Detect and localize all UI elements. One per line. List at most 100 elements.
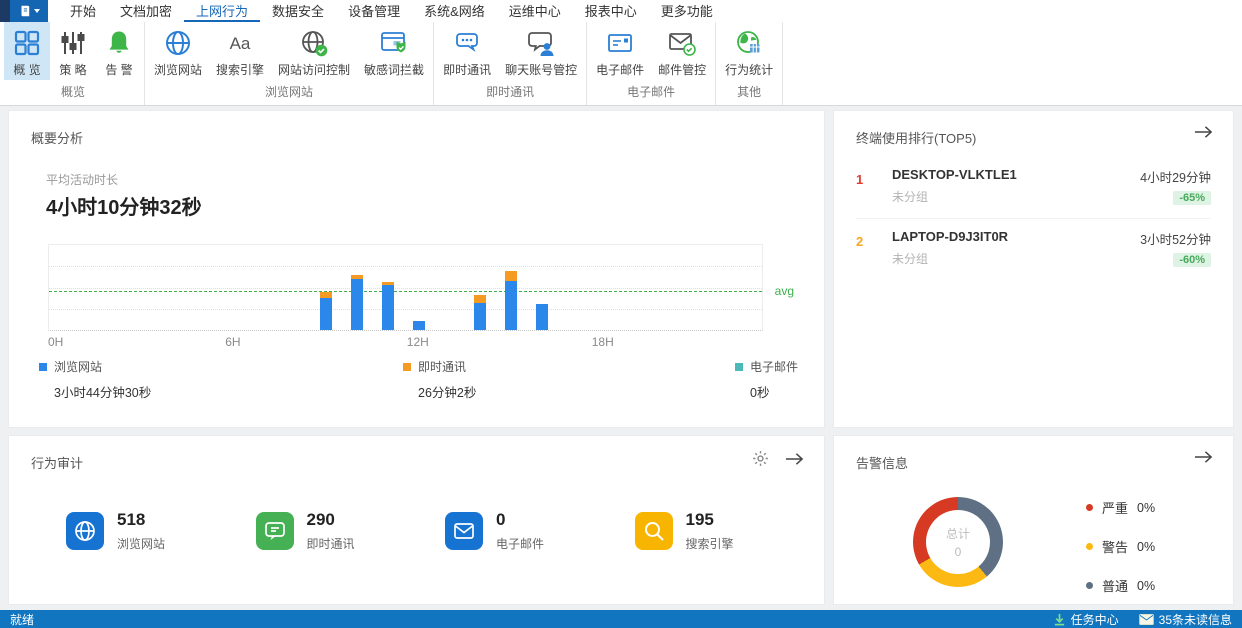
bar-segment-browse <box>505 281 518 330</box>
legend-value: 0秒 <box>750 386 770 400</box>
arrow-right-icon[interactable] <box>785 452 804 466</box>
legend-dot <box>1086 543 1093 550</box>
menu-item-2[interactable]: 文档加密 <box>108 0 184 22</box>
ribbon-item-label: 告 警 <box>105 63 133 77</box>
ribbon-item-4-2[interactable]: 邮件管控 <box>651 22 713 80</box>
audit-panel: 行为审计 518 浏览网站 290 即时通讯 0 电子邮件 195 搜索引擎 <box>8 435 825 605</box>
statusbar: 就绪 任务中心 35条未读信息 <box>0 610 1242 628</box>
ribbon-item-4-1[interactable]: 电子邮件 <box>589 22 651 80</box>
legend-name: 即时通讯 <box>418 360 467 374</box>
menu-item-5[interactable]: 设备管理 <box>336 0 412 22</box>
terminal-info: LAPTOP-D9J3IT0R 未分组 <box>892 229 1140 267</box>
chat-icon <box>255 512 294 550</box>
legend-name: 电子邮件 <box>750 360 799 374</box>
menubar: 开始 文档加密 上网行为 数据安全 设备管理 系统&网络 运维中心 报表中心 更多功能 <box>0 0 1242 22</box>
window-shield-icon <box>380 28 408 58</box>
ribbon-group-label: 即时通讯 <box>486 85 535 99</box>
chart-bar-hour-14 <box>474 295 487 330</box>
ribbon-item-2-2[interactable]: Aa 搜索引擎 <box>209 22 271 80</box>
alarm-donut-center: 总计 0 <box>913 497 1003 587</box>
chart-bar-hour-11 <box>382 282 394 330</box>
menu-items: 开始 文档加密 上网行为 数据安全 设备管理 系统&网络 运维中心 报表中心 更多功能 <box>58 0 725 22</box>
audit-stat-浏览网站[interactable]: 518 浏览网站 <box>66 510 256 552</box>
chart-bar-hour-10 <box>351 275 364 330</box>
status-ready-label: 就绪 <box>10 612 35 627</box>
average-line <box>49 291 762 292</box>
menu-item-8[interactable]: 报表中心 <box>573 0 649 22</box>
arrow-right-icon[interactable] <box>1194 125 1213 139</box>
top5-list: 1 DESKTOP-VLKTLE1 未分组 4小时29分钟 -65% 2 LAPTOP-D9… <box>856 157 1211 280</box>
mail-check-icon <box>668 28 696 58</box>
audit-stat-value: 0 <box>496 510 506 529</box>
audit-stat-即时通讯[interactable]: 290 即时通讯 <box>255 510 446 552</box>
ribbon-item-1-1[interactable]: 概 览 <box>4 22 50 80</box>
unread-messages-label: 35条未读信息 <box>1158 612 1232 627</box>
ribbon-item-5-1[interactable]: 行为统计 <box>718 22 780 80</box>
rank-number: 2 <box>856 234 864 249</box>
ribbon-group-items: 浏览网站 Aa 搜索引擎 网站访问控制 敏感词拦截 <box>147 22 431 80</box>
ribbon-item-label: 即时通讯 <box>443 63 492 77</box>
usage-time: 4小时29分钟 <box>1140 171 1211 185</box>
audit-stat-text: 290 即时通讯 <box>307 510 355 552</box>
legend-dot <box>1086 504 1093 511</box>
menu-item-6[interactable]: 系统&网络 <box>412 0 497 22</box>
ribbon-group-5: 行为统计 其他 <box>716 22 784 105</box>
top5-row-1[interactable]: 1 DESKTOP-VLKTLE1 未分组 4小时29分钟 -65% <box>856 157 1211 218</box>
ribbon-group-2: 浏览网站 Aa 搜索引擎 网站访问控制 敏感词拦截 浏览网站 <box>145 22 435 105</box>
ribbon-item-1-3[interactable]: 告 警 <box>96 22 142 80</box>
legend-value: 26分钟2秒 <box>418 386 477 400</box>
legend-item-电子邮件: 电子邮件 0秒 <box>735 358 798 401</box>
legend-name: 浏览网站 <box>54 360 103 374</box>
audit-stat-text: 518 浏览网站 <box>117 510 165 552</box>
legend-swatch <box>735 362 743 371</box>
summary-panel: 概要分析 平均活动时长 4小时10分钟32秒 avg 浏览网站 3小时44分钟30… <box>8 110 825 428</box>
menu-item-7[interactable]: 运维中心 <box>497 0 573 22</box>
x-axis-tick-6H: 6H <box>225 335 241 349</box>
globe-icon <box>164 28 192 58</box>
ribbon-item-2-1[interactable]: 浏览网站 <box>147 22 209 80</box>
terminal-info: DESKTOP-VLKTLE1 未分组 <box>892 167 1140 205</box>
audit-stat-搜索引擎[interactable]: 195 搜索引擎 <box>634 510 825 552</box>
x-axis-tick-0H: 0H <box>48 335 64 349</box>
ribbon-item-label: 搜索引擎 <box>216 63 265 77</box>
chart-bar-hour-15 <box>505 271 518 330</box>
ribbon-item-3-2[interactable]: 聊天账号管控 <box>498 22 584 80</box>
ribbon-item-2-4[interactable]: 敏感词拦截 <box>357 22 431 80</box>
menu-item-3[interactable]: 上网行为 <box>184 0 261 22</box>
menu-item-1[interactable]: 开始 <box>58 0 108 22</box>
alarm-level-label: 普通 <box>1102 579 1129 594</box>
ribbon-group-label: 浏览网站 <box>265 85 314 99</box>
ribbon-group-label: 电子邮件 <box>627 85 676 99</box>
ribbon-item-label: 网站访问控制 <box>278 63 351 77</box>
audit-panel-title: 行为审计 <box>31 456 84 471</box>
menu-item-9[interactable]: 更多功能 <box>649 0 725 22</box>
ribbon-item-label: 行为统计 <box>725 63 774 77</box>
ribbon-item-3-1[interactable]: 即时通讯 <box>436 22 498 80</box>
ribbon-group-label: 概览 <box>60 85 85 99</box>
ribbon-item-1-2[interactable]: 策 略 <box>50 22 96 80</box>
rank-number: 1 <box>856 172 864 187</box>
top5-row-2[interactable]: 2 LAPTOP-D9J3IT0R 未分组 3小时52分钟 -60% <box>856 218 1211 280</box>
menu-item-4[interactable]: 数据安全 <box>260 0 336 22</box>
legend-row: 即时通讯 <box>403 358 476 375</box>
bar-segment-im <box>505 271 518 281</box>
grid-icon <box>13 28 41 58</box>
audit-stat-value: 195 <box>685 510 714 529</box>
app-menu-button[interactable] <box>10 0 48 22</box>
audit-stats: 518 浏览网站 290 即时通讯 0 电子邮件 195 搜索引擎 <box>66 510 824 552</box>
usage-time: 3小时52分钟 <box>1140 233 1211 247</box>
bar-segment-im <box>474 295 487 303</box>
legend-item-浏览网站: 浏览网站 3小时44分钟30秒 <box>39 358 151 401</box>
ribbon-item-2-3[interactable]: 网站访问控制 <box>271 22 357 80</box>
gear-icon[interactable] <box>752 450 769 467</box>
ribbon-group-label: 其他 <box>737 85 762 99</box>
arrow-right-icon[interactable] <box>1194 450 1213 464</box>
terminal-name: LAPTOP-D9J3IT0R <box>892 229 1009 244</box>
audit-stat-text: 0 电子邮件 <box>496 510 544 552</box>
globe-check-icon <box>300 28 328 58</box>
ribbon-item-label: 邮件管控 <box>658 63 707 77</box>
search-icon <box>634 512 673 550</box>
audit-stat-电子邮件[interactable]: 0 电子邮件 <box>445 510 635 552</box>
download-arrow-icon <box>1054 613 1064 625</box>
ribbon-item-label: 敏感词拦截 <box>364 63 425 77</box>
